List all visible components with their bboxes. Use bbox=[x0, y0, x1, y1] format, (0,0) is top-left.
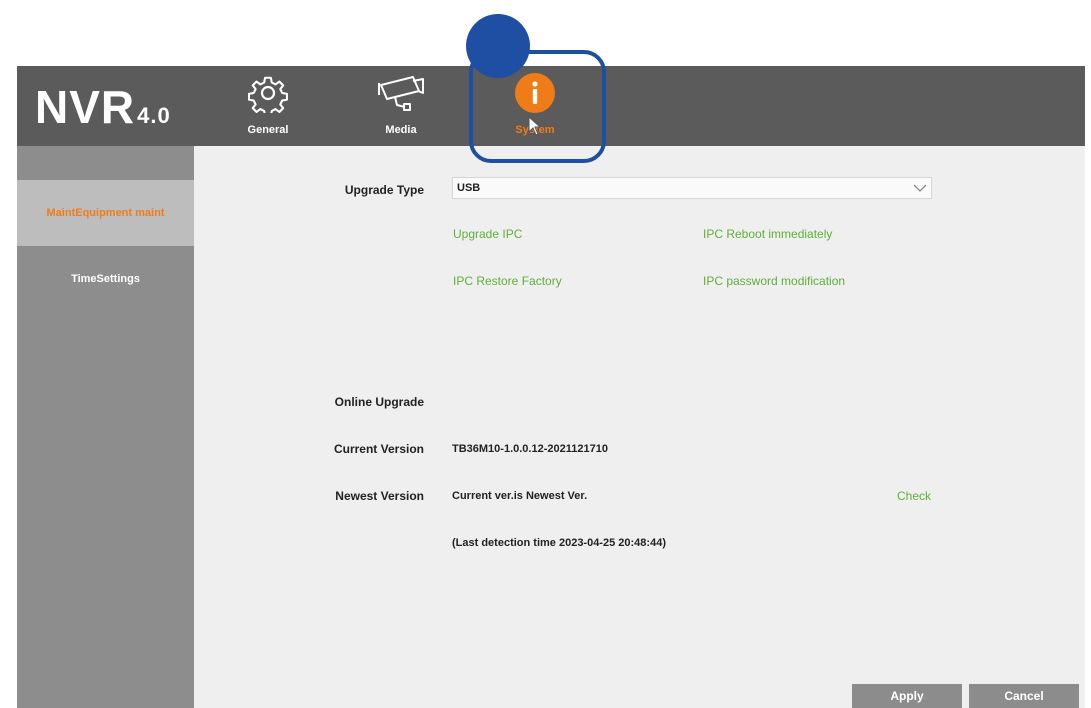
nav-media-label: Media bbox=[385, 124, 417, 136]
nav-media[interactable]: Media bbox=[356, 66, 446, 146]
nvr-logo: NVR4.0 bbox=[35, 80, 171, 134]
logo-text: NVR bbox=[35, 81, 136, 133]
upgrade-ipc-link[interactable]: Upgrade IPC bbox=[453, 227, 522, 241]
upgrade-type-select[interactable]: USB bbox=[452, 177, 932, 199]
logo-version: 4.0 bbox=[137, 103, 171, 128]
last-detection-time: (Last detection time 2023-04-25 20:48:44… bbox=[452, 537, 666, 549]
system-highlight-box bbox=[469, 50, 606, 163]
online-upgrade-label: Online Upgrade bbox=[334, 395, 424, 409]
chevron-down-icon bbox=[913, 181, 927, 200]
sidebar-item-maintenance[interactable]: MaintEquipment maint bbox=[17, 180, 194, 246]
nav-general[interactable]: General bbox=[223, 66, 313, 146]
ipc-restore-factory-link[interactable]: IPC Restore Factory bbox=[453, 274, 562, 288]
newest-version-label: Newest Version bbox=[335, 489, 424, 503]
ipc-reboot-link[interactable]: IPC Reboot immediately bbox=[703, 227, 832, 241]
sidebar-item-timesettings[interactable]: TimeSettings bbox=[17, 246, 194, 312]
check-link[interactable]: Check bbox=[897, 489, 931, 503]
current-version-value: TB36M10-1.0.0.12-2021121710 bbox=[452, 443, 608, 455]
mouse-cursor-icon bbox=[528, 115, 542, 141]
ipc-password-link[interactable]: IPC password modification bbox=[703, 274, 845, 288]
sidebar-item-label: TimeSettings bbox=[71, 273, 140, 285]
nav-general-label: General bbox=[247, 124, 289, 136]
cancel-button[interactable]: Cancel bbox=[969, 684, 1079, 708]
gear-icon bbox=[223, 71, 313, 115]
upgrade-type-label: Upgrade Type bbox=[344, 183, 424, 197]
upgrade-type-value: USB bbox=[457, 182, 481, 194]
newest-version-value: Current ver.is Newest Ver. bbox=[452, 490, 588, 502]
apply-button[interactable]: Apply bbox=[852, 684, 962, 708]
current-version-label: Current Version bbox=[333, 442, 424, 456]
camera-icon bbox=[356, 71, 446, 115]
main-content: Upgrade Type USB Upgrade IPC IPC Reboot … bbox=[194, 146, 1085, 708]
sidebar: MaintEquipment maint TimeSettings bbox=[17, 146, 194, 708]
sidebar-item-label: MaintEquipment maint bbox=[46, 207, 165, 219]
